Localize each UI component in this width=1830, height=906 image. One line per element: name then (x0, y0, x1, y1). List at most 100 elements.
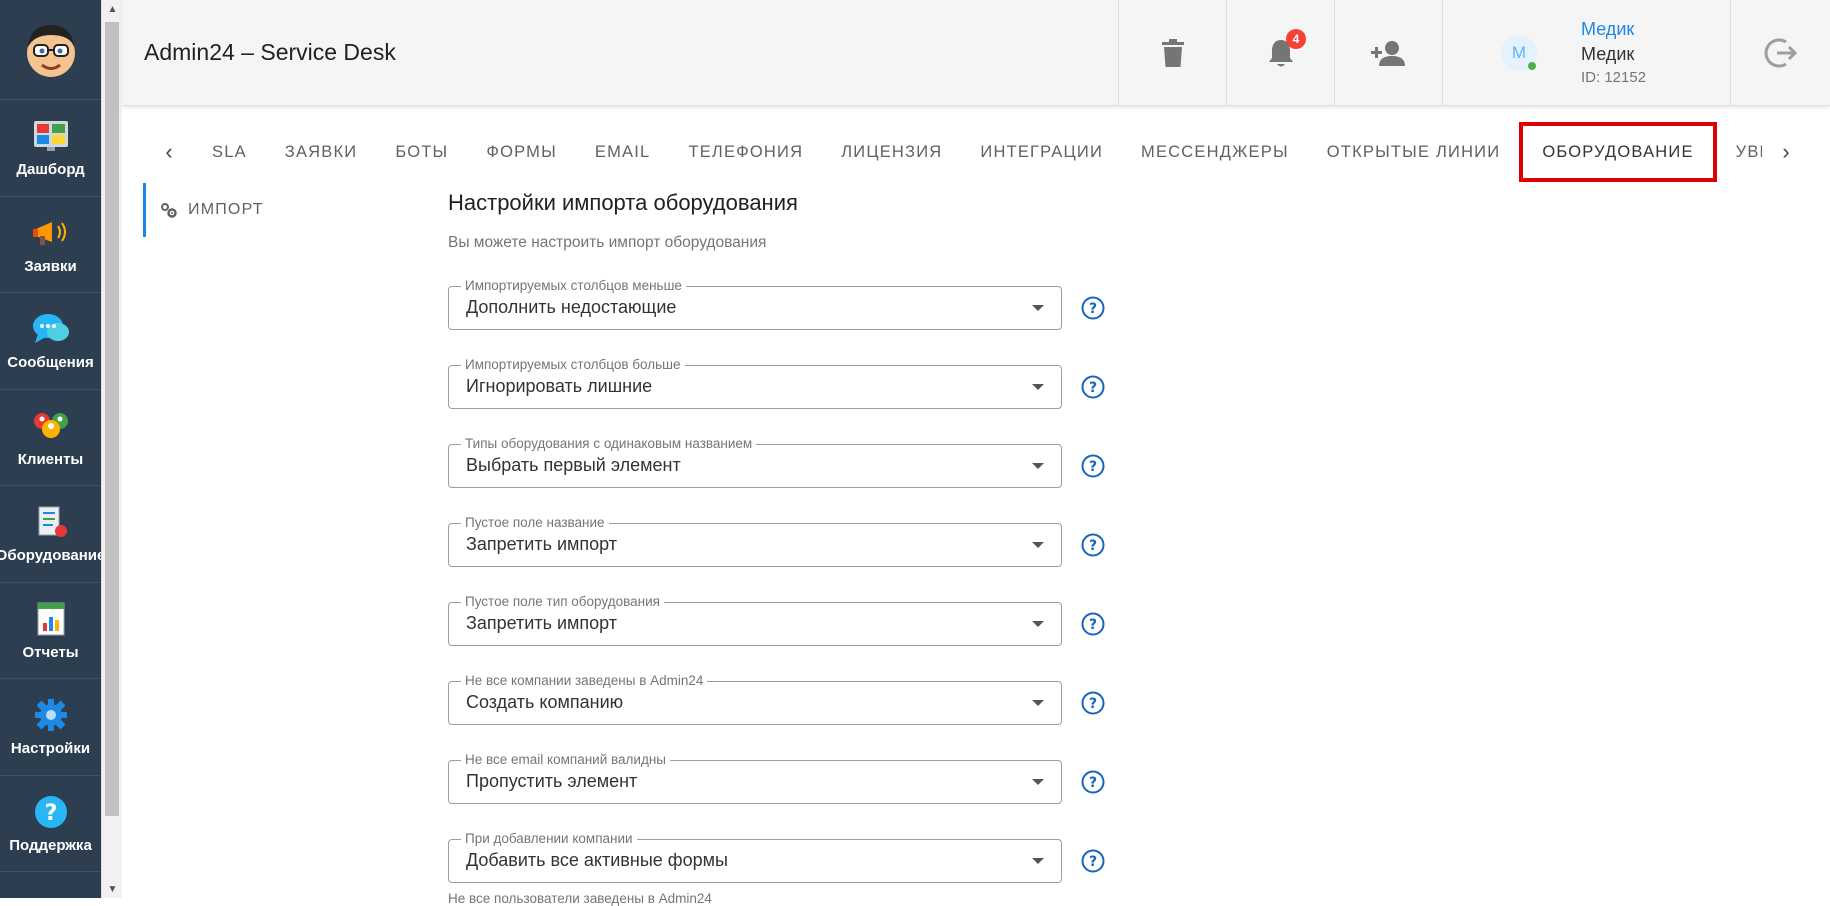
logo[interactable] (0, 0, 101, 100)
tabs-scroll-left-icon[interactable]: ‹ (145, 139, 193, 165)
user-name: Медик (1581, 44, 1635, 64)
help-icon[interactable]: ? (1081, 612, 1105, 636)
dropdown-arrow-icon (1032, 620, 1044, 627)
avatar[interactable]: M (1501, 34, 1537, 71)
dropdown-arrow-icon (1032, 857, 1044, 864)
help-icon[interactable]: ? (1081, 691, 1105, 715)
setting-row: Типы оборудования с одинаковым названием… (448, 426, 1148, 505)
help-icon[interactable]: ? (1081, 296, 1105, 320)
field-value: Дополнить недостающие (466, 297, 677, 317)
sidebar-item-equipment[interactable]: Оборудование (0, 486, 105, 583)
add-user-button[interactable] (1334, 0, 1442, 106)
sidebar-item-label: Дашборд (16, 161, 85, 179)
svg-text:?: ? (1089, 301, 1097, 317)
help-icon[interactable]: ? (1081, 454, 1105, 478)
sidebar-item-dashboard[interactable]: Дашборд (0, 100, 101, 197)
sidebar-item-clients[interactable]: Клиенты (0, 390, 101, 486)
sidebar-item-messages[interactable]: Сообщения (0, 293, 101, 390)
setting-row: Импортируемых столбцов больше Игнорирова… (448, 347, 1148, 426)
user-profile-link[interactable]: Медик (1581, 19, 1646, 40)
sidebar-item-label: Отчеты (22, 643, 79, 661)
tab-list: SLA ЗАЯВКИ БОТЫ ФОРМЫ EMAIL ТЕЛЕФОНИЯ ЛИ… (193, 117, 1762, 187)
svg-text:?: ? (1089, 538, 1097, 554)
notifications-button[interactable]: 4 (1226, 0, 1334, 106)
clients-icon (32, 407, 70, 445)
tab-forms[interactable]: ФОРМЫ (467, 124, 576, 180)
user-info: Медик Медик ID: 12152 (1581, 19, 1646, 86)
help-icon[interactable]: ? (1081, 770, 1105, 794)
trash-icon (1161, 38, 1184, 67)
question-icon: ? (32, 793, 70, 831)
tab-open-lines[interactable]: ОТКРЫТЫЕ ЛИНИИ (1308, 124, 1520, 180)
sidebar-item-label: Заявки (24, 257, 77, 275)
field-value: Запретить импорт (466, 613, 618, 633)
page-subtitle: Вы можете настроить импорт оборудования (448, 234, 767, 251)
megaphone-icon (32, 214, 70, 252)
tab-telephony[interactable]: ТЕЛЕФОНИЯ (669, 124, 822, 180)
field-value: Запретить импорт (466, 534, 618, 554)
field-label: Импортируемых столбцов меньше (461, 277, 686, 294)
help-icon[interactable]: ? (1081, 533, 1105, 557)
scroll-up-icon[interactable]: ▲ (102, 0, 123, 18)
scrollbar-thumb[interactable] (105, 22, 119, 816)
notification-badge: 4 (1286, 28, 1306, 49)
field-value: Добавить все активные формы (466, 850, 728, 870)
tab-integrations[interactable]: ИНТЕГРАЦИИ (961, 124, 1122, 180)
setting-row: Пустое поле название Запретить импорт ? (448, 505, 1148, 584)
setting-row: Не все компании заведены в Admin24 Созда… (448, 663, 1148, 742)
scroll-down-icon[interactable]: ▼ (102, 880, 123, 898)
dropdown-arrow-icon (1032, 462, 1044, 469)
select-company-added[interactable]: При добавлении компании Добавить все акт… (448, 830, 1062, 883)
dropdown-arrow-icon (1032, 778, 1044, 785)
tab-messengers[interactable]: МЕССЕНДЖЕРЫ (1122, 124, 1308, 180)
select-fewer-columns[interactable]: Импортируемых столбцов меньше Дополнить … (448, 277, 1062, 330)
tab-email[interactable]: EMAIL (576, 124, 670, 180)
tab-license[interactable]: ЛИЦЕНЗИЯ (822, 124, 961, 180)
svg-text:?: ? (1089, 854, 1097, 870)
field-label: Типы оборудования с одинаковым названием (461, 435, 757, 452)
tab-equipment[interactable]: ОБОРУДОВАНИЕ (1519, 122, 1717, 182)
help-icon[interactable]: ? (1081, 375, 1105, 399)
avatar-letter: M (1511, 42, 1527, 62)
field-label: Не все компании заведены в Admin24 (461, 672, 708, 689)
top-header: Admin24 – Service Desk 4 M Медик Медик I… (123, 0, 1830, 106)
setting-row: При добавлении компании Добавить все акт… (448, 821, 1148, 900)
select-empty-type[interactable]: Пустое поле тип оборудования Запретить и… (448, 593, 1062, 646)
field-label: Не все email компаний валидны (461, 751, 670, 768)
user-profile[interactable]: M Медик Медик ID: 12152 (1442, 0, 1730, 106)
field-label: Пустое поле тип оборудования (461, 593, 664, 610)
sidebar-item-support[interactable]: ? Поддержка (0, 776, 101, 872)
chat-bubble-icon (32, 310, 70, 348)
field-label: При добавлении компании (461, 830, 637, 847)
next-field-label: Не все пользователи заведены в Admin24 (448, 891, 712, 906)
select-duplicate-types[interactable]: Типы оборудования с одинаковым названием… (448, 435, 1062, 488)
field-value: Выбрать первый элемент (466, 455, 681, 475)
sidebar-item-reports[interactable]: Отчеты (0, 583, 101, 679)
tab-notifications[interactable]: УВЕДОМЛЕНИЯ (1717, 124, 1762, 180)
submenu-item-import[interactable]: ИМПОРТ (143, 183, 343, 237)
trash-button[interactable] (1118, 0, 1226, 106)
user-id: ID: 12152 (1581, 69, 1647, 86)
select-empty-name[interactable]: Пустое поле название Запретить импорт (448, 514, 1062, 567)
sidebar-item-requests[interactable]: Заявки (0, 197, 101, 293)
field-label: Пустое поле название (461, 514, 609, 531)
page-scrollbar[interactable]: ▲ ▼ (101, 0, 122, 898)
svg-text:?: ? (1089, 380, 1097, 396)
tab-sla[interactable]: SLA (193, 124, 266, 180)
tab-bots[interactable]: БОТЫ (376, 124, 467, 180)
tab-requests[interactable]: ЗАЯВКИ (266, 124, 377, 180)
select-missing-companies[interactable]: Не все компании заведены в Admin24 Созда… (448, 672, 1062, 725)
online-status-dot (1528, 61, 1536, 70)
sidebar-item-settings[interactable]: Настройки (0, 679, 101, 776)
page-title: Настройки импорта оборудования (448, 190, 798, 215)
setting-row: Импортируемых столбцов меньше Дополнить … (448, 268, 1148, 347)
setting-row: Не все email компаний валидны Пропустить… (448, 742, 1148, 821)
select-more-columns[interactable]: Импортируемых столбцов больше Игнорирова… (448, 356, 1062, 409)
help-icon[interactable]: ? (1081, 849, 1105, 873)
select-invalid-emails[interactable]: Не все email компаний валидны Пропустить… (448, 751, 1062, 804)
app-title: Admin24 – Service Desk (144, 39, 396, 65)
logout-button[interactable] (1730, 0, 1830, 106)
logout-icon (1764, 38, 1797, 67)
sidebar: Дашборд Заявки Сообщения Клиенты Оборудо… (0, 0, 105, 898)
tabs-scroll-right-icon[interactable]: › (1762, 139, 1810, 165)
